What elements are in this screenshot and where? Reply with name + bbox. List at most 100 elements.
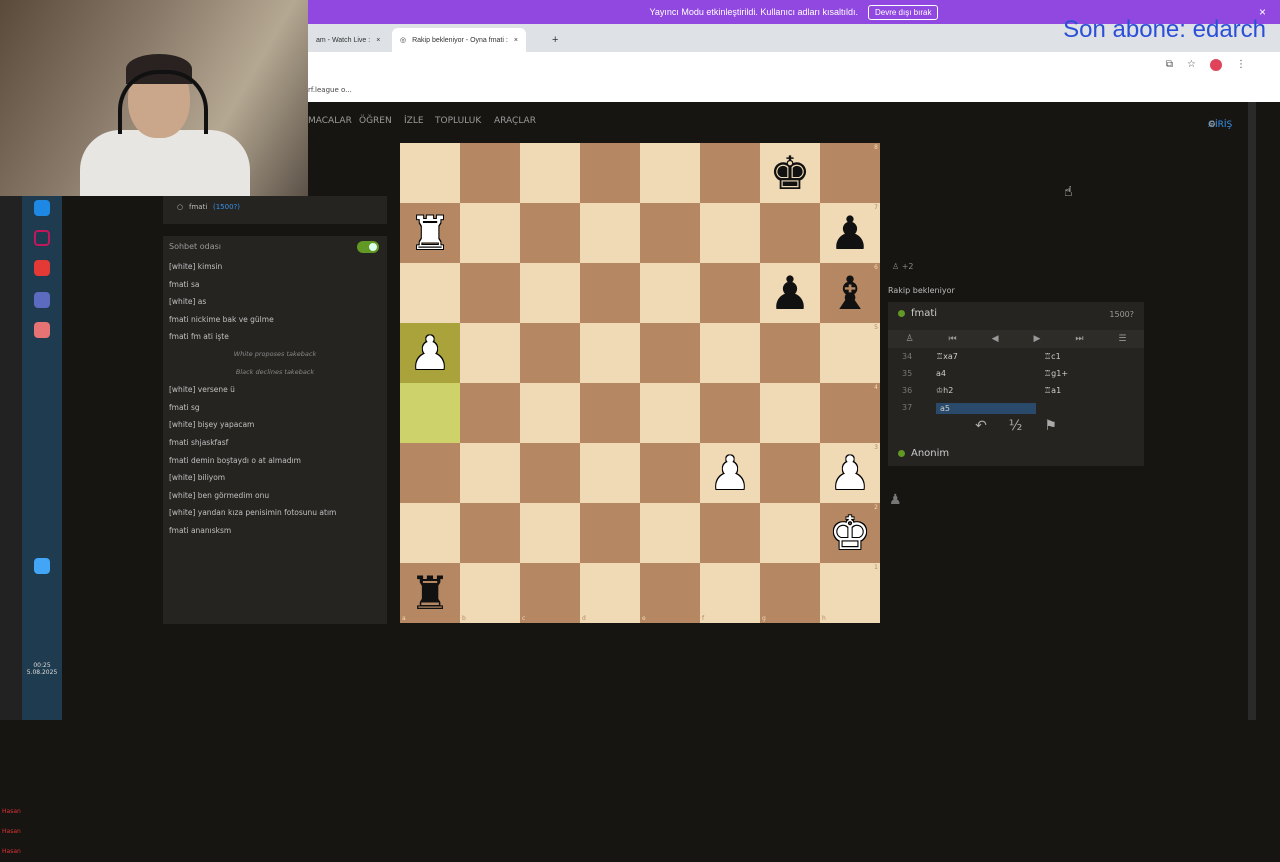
- black-rook-icon[interactable]: ♜: [409, 570, 450, 616]
- board-square[interactable]: [700, 203, 760, 263]
- white-pawn-icon[interactable]: ♟: [409, 330, 450, 376]
- scrollbar[interactable]: [1248, 102, 1256, 720]
- board-square[interactable]: b: [460, 563, 520, 623]
- bookmark-item[interactable]: rf.league o...: [308, 86, 352, 94]
- board-square[interactable]: [520, 503, 580, 563]
- black-king-icon[interactable]: ♚: [769, 150, 810, 196]
- black-bishop-icon[interactable]: ♝: [829, 270, 870, 316]
- board-square[interactable]: ♜: [400, 203, 460, 263]
- board-square[interactable]: ♚ 2: [820, 503, 880, 563]
- draw-icon[interactable]: ½: [1009, 418, 1023, 434]
- nav-item-learn[interactable]: ÖĞREN: [359, 116, 392, 126]
- takeback-icon[interactable]: ↶: [975, 418, 987, 434]
- white-move[interactable]: a4: [936, 369, 946, 378]
- board-square[interactable]: [640, 383, 700, 443]
- menu-icon[interactable]: ☰: [1118, 334, 1126, 344]
- board-square[interactable]: [640, 503, 700, 563]
- board-square[interactable]: [700, 383, 760, 443]
- first-move-icon[interactable]: ⏮: [949, 334, 957, 344]
- board-square[interactable]: ♟: [400, 323, 460, 383]
- white-king-icon[interactable]: ♚: [829, 510, 870, 556]
- board-square[interactable]: [760, 503, 820, 563]
- board-square[interactable]: [460, 323, 520, 383]
- board-square[interactable]: [460, 383, 520, 443]
- profile-avatar[interactable]: [1210, 59, 1222, 71]
- board-square[interactable]: [520, 383, 580, 443]
- board-square[interactable]: [400, 443, 460, 503]
- black-pawn-icon[interactable]: ♟: [829, 210, 870, 256]
- board-square[interactable]: [640, 263, 700, 323]
- board-square[interactable]: [400, 503, 460, 563]
- nav-item-tools[interactable]: ARAÇLAR: [494, 116, 536, 126]
- next-move-icon[interactable]: ▶: [1033, 334, 1040, 344]
- white-move[interactable]: a5: [936, 403, 1036, 414]
- nav-item-watch[interactable]: İZLE: [404, 116, 424, 126]
- board-square[interactable]: 5: [820, 323, 880, 383]
- board-square[interactable]: d: [580, 563, 640, 623]
- board-square[interactable]: ♚: [760, 143, 820, 203]
- board-square[interactable]: ♟ 3: [820, 443, 880, 503]
- board-square[interactable]: [460, 143, 520, 203]
- opera-icon[interactable]: [34, 230, 50, 246]
- board-square[interactable]: e: [640, 563, 700, 623]
- weather-icon[interactable]: [34, 558, 50, 574]
- gear-icon[interactable]: ⚙: [1208, 120, 1216, 130]
- board-square[interactable]: [520, 203, 580, 263]
- board-square[interactable]: 1h: [820, 563, 880, 623]
- board-square[interactable]: [760, 203, 820, 263]
- board-square[interactable]: [580, 323, 640, 383]
- bottom-player-name[interactable]: Anonim: [911, 448, 949, 459]
- top-player-name[interactable]: fmati: [911, 308, 937, 319]
- menu-icon[interactable]: ⋮: [1236, 59, 1246, 71]
- tab-close-icon[interactable]: ×: [514, 37, 518, 44]
- board-square[interactable]: [460, 263, 520, 323]
- black-move[interactable]: ♖a1: [1044, 386, 1061, 395]
- black-move[interactable]: ♖g1+: [1044, 369, 1068, 378]
- board-square[interactable]: f: [700, 563, 760, 623]
- board-square[interactable]: [580, 383, 640, 443]
- board-square[interactable]: [580, 203, 640, 263]
- white-pawn-icon[interactable]: ♟: [709, 450, 750, 496]
- board-square[interactable]: [520, 143, 580, 203]
- board-square[interactable]: [760, 443, 820, 503]
- board-square[interactable]: [640, 203, 700, 263]
- board-square[interactable]: ♟ 7: [820, 203, 880, 263]
- chrome-icon[interactable]: [34, 322, 50, 338]
- disable-button[interactable]: Devre dışı bırak: [867, 4, 939, 20]
- board-square[interactable]: 4: [820, 383, 880, 443]
- tab-lichess[interactable]: ◎ Rakip bekleniyor - Oyna fmati : ×: [392, 28, 526, 52]
- black-pawn-icon[interactable]: ♟: [769, 270, 810, 316]
- board-square[interactable]: [580, 443, 640, 503]
- board-square[interactable]: [640, 143, 700, 203]
- board-square[interactable]: [580, 503, 640, 563]
- white-move[interactable]: ♖xa7: [936, 352, 958, 361]
- board-square[interactable]: [520, 263, 580, 323]
- board-square[interactable]: ♟: [760, 263, 820, 323]
- board-square[interactable]: [760, 383, 820, 443]
- board-square[interactable]: [400, 143, 460, 203]
- white-move[interactable]: ♔h2: [936, 386, 953, 395]
- analysis-icon[interactable]: ♙: [905, 334, 913, 344]
- board-square[interactable]: g: [760, 563, 820, 623]
- board-square[interactable]: [700, 503, 760, 563]
- chess-board[interactable]: ♚ 8 ♜ ♟ 7 ♟ ♝ 6 ♟ 5 4 ♟ ♟ 3 ♚ 2 ♜ a b c d e f g 1 h: [400, 143, 880, 623]
- board-square[interactable]: [460, 203, 520, 263]
- chat-toggle[interactable]: [357, 241, 379, 253]
- black-move[interactable]: ♖c1: [1044, 352, 1061, 361]
- board-square[interactable]: ♝ 6: [820, 263, 880, 323]
- board-square[interactable]: c: [520, 563, 580, 623]
- board-square[interactable]: [520, 443, 580, 503]
- nav-item-community[interactable]: TOPLULUK: [435, 116, 481, 126]
- board-square[interactable]: [580, 143, 640, 203]
- install-icon[interactable]: ⧉: [1166, 59, 1173, 71]
- board-square[interactable]: [640, 323, 700, 383]
- board-square[interactable]: [460, 443, 520, 503]
- tab-close-icon[interactable]: ×: [376, 37, 380, 44]
- board-square[interactable]: [400, 263, 460, 323]
- board-square[interactable]: [520, 323, 580, 383]
- last-move-icon[interactable]: ⏭: [1075, 334, 1083, 344]
- board-square[interactable]: [460, 503, 520, 563]
- board-square[interactable]: ♜ a: [400, 563, 460, 623]
- left-player-name[interactable]: fmati: [189, 203, 207, 211]
- board-square[interactable]: [700, 263, 760, 323]
